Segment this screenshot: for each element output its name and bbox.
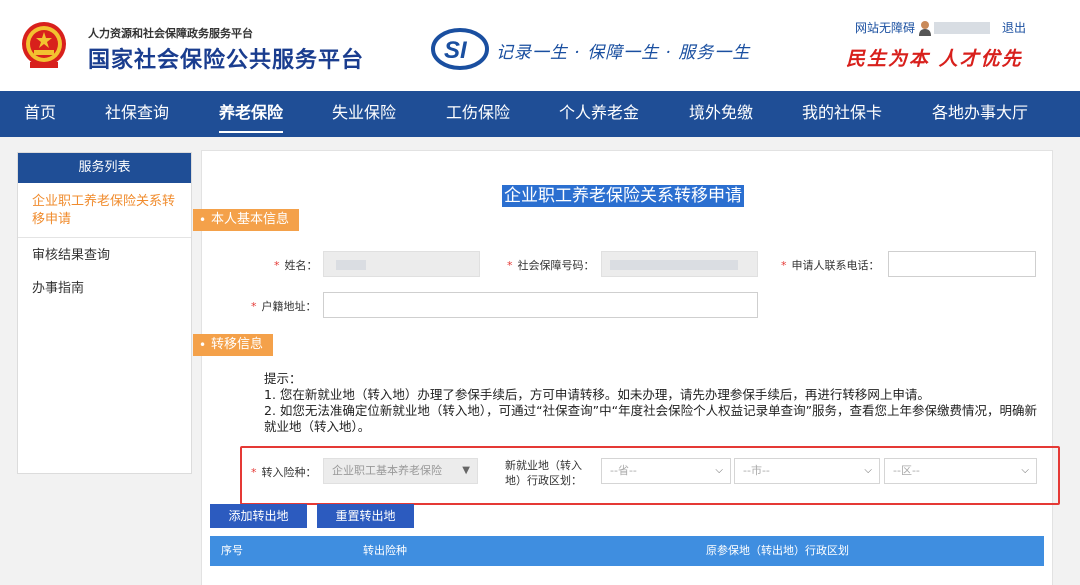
main-nav: 首页 社保查询 养老保险 失业保险 工伤保险 个人养老金 境外免缴 我的社保卡 …	[0, 91, 1080, 137]
section-basic-info: 本人基本信息	[193, 209, 300, 231]
social-insurance-logo-icon: SI	[431, 28, 489, 70]
col-insurance-type: 转出险种	[363, 544, 407, 557]
nav-item-pension[interactable]: 养老保险	[219, 91, 284, 137]
reset-transfer-out-button[interactable]: 重置转出地	[317, 504, 414, 528]
phone-label: * 申请人联系电话：	[781, 259, 880, 272]
national-emblem-icon	[22, 22, 66, 68]
name-label: * 姓名：	[274, 259, 318, 272]
transfer-table-header: 序号 转出险种 原参保地（转出地）行政区划	[210, 536, 1044, 566]
user-name-masked	[934, 21, 991, 34]
nav-item-overseas[interactable]: 境外免缴	[689, 91, 753, 137]
header-links: 网站无障碍 退出	[855, 19, 1026, 36]
phone-field[interactable]	[888, 251, 1036, 277]
ssn-label: * 社会保障号码：	[507, 259, 595, 272]
site-title: 国家社会保险公共服务平台	[88, 48, 365, 73]
sidebar-item-transfer-apply[interactable]: 企业职工养老保险关系转移申请	[18, 183, 191, 238]
accessibility-link[interactable]: 网站无障碍	[855, 19, 915, 36]
name-masked	[336, 260, 366, 270]
tip-1: 1. 您在新就业地（转入地）办理了参保手续后，方可申请转移。如未办理，请先办理参…	[264, 387, 930, 402]
caret-down-icon: ▼	[462, 465, 470, 476]
province-select[interactable]: --省-- ⌵	[601, 458, 731, 484]
ssn-field	[601, 251, 758, 277]
svg-text:SI: SI	[444, 37, 468, 64]
region-label: 新就业地（转入 地）行政区划：	[505, 459, 582, 487]
city-select[interactable]: --市-- ⌵	[734, 458, 880, 484]
chevron-down-icon: ⌵	[715, 465, 723, 476]
user-avatar-icon	[919, 20, 932, 36]
sidebar-title: 服务列表	[18, 153, 191, 183]
col-index: 序号	[221, 544, 243, 557]
tips-title: 提示：	[264, 371, 302, 386]
chevron-down-icon: ⌵	[1021, 465, 1029, 476]
site-motto: 民生为本 人才优先	[846, 48, 1023, 70]
service-sidebar: 服务列表 企业职工养老保险关系转移申请 审核结果查询 办事指南	[17, 152, 192, 474]
ssn-masked	[610, 260, 738, 270]
sidebar-item-result-query[interactable]: 审核结果查询	[18, 247, 191, 265]
address-label: * 户籍地址：	[251, 300, 317, 313]
district-select[interactable]: --区-- ⌵	[884, 458, 1037, 484]
tip-2: 2. 如您无法准确定位新就业地（转入地），可通过“社保查询”中“年度社会保险个人…	[264, 403, 1038, 434]
logout-link[interactable]: 退出	[1002, 19, 1026, 36]
insurance-label: * 转入险种：	[251, 466, 317, 479]
insurance-select: 企业职工基本养老保险 ▼	[323, 458, 478, 484]
nav-item-query[interactable]: 社保查询	[105, 91, 169, 137]
add-transfer-out-button[interactable]: 添加转出地	[210, 504, 307, 528]
nav-item-service-halls[interactable]: 各地办事大厅	[932, 91, 1028, 137]
address-field[interactable]	[323, 292, 758, 318]
col-origin-region: 原参保地（转出地）行政区划	[706, 544, 849, 557]
nav-item-my-card[interactable]: 我的社保卡	[802, 91, 882, 137]
section-transfer-info: 转移信息	[193, 334, 274, 356]
site-slogan: 记录一生 · 保障一生 · 服务一生	[496, 43, 751, 63]
name-field	[323, 251, 480, 277]
form-title: 企业职工养老保险关系转移申请	[502, 185, 744, 207]
main-panel: 企业职工养老保险关系转移申请 本人基本信息 *姓名： *社会保障号码： *申请人…	[193, 150, 1060, 585]
nav-item-personal-pension[interactable]: 个人养老金	[559, 91, 639, 137]
site-header: 人力资源和社会保障政务服务平台 国家社会保险公共服务平台 SI 记录一生 · 保…	[0, 0, 1080, 91]
nav-item-injury[interactable]: 工伤保险	[446, 91, 510, 137]
chevron-down-icon: ⌵	[864, 465, 872, 476]
tips-block: 提示： 1. 您在新就业地（转入地）办理了参保手续后，方可申请转移。如未办理，请…	[264, 371, 1044, 435]
site-subtitle: 人力资源和社会保障政务服务平台	[88, 27, 253, 40]
sidebar-item-guide[interactable]: 办事指南	[18, 280, 191, 298]
nav-item-home[interactable]: 首页	[24, 91, 56, 137]
nav-item-unemployment[interactable]: 失业保险	[332, 91, 396, 137]
